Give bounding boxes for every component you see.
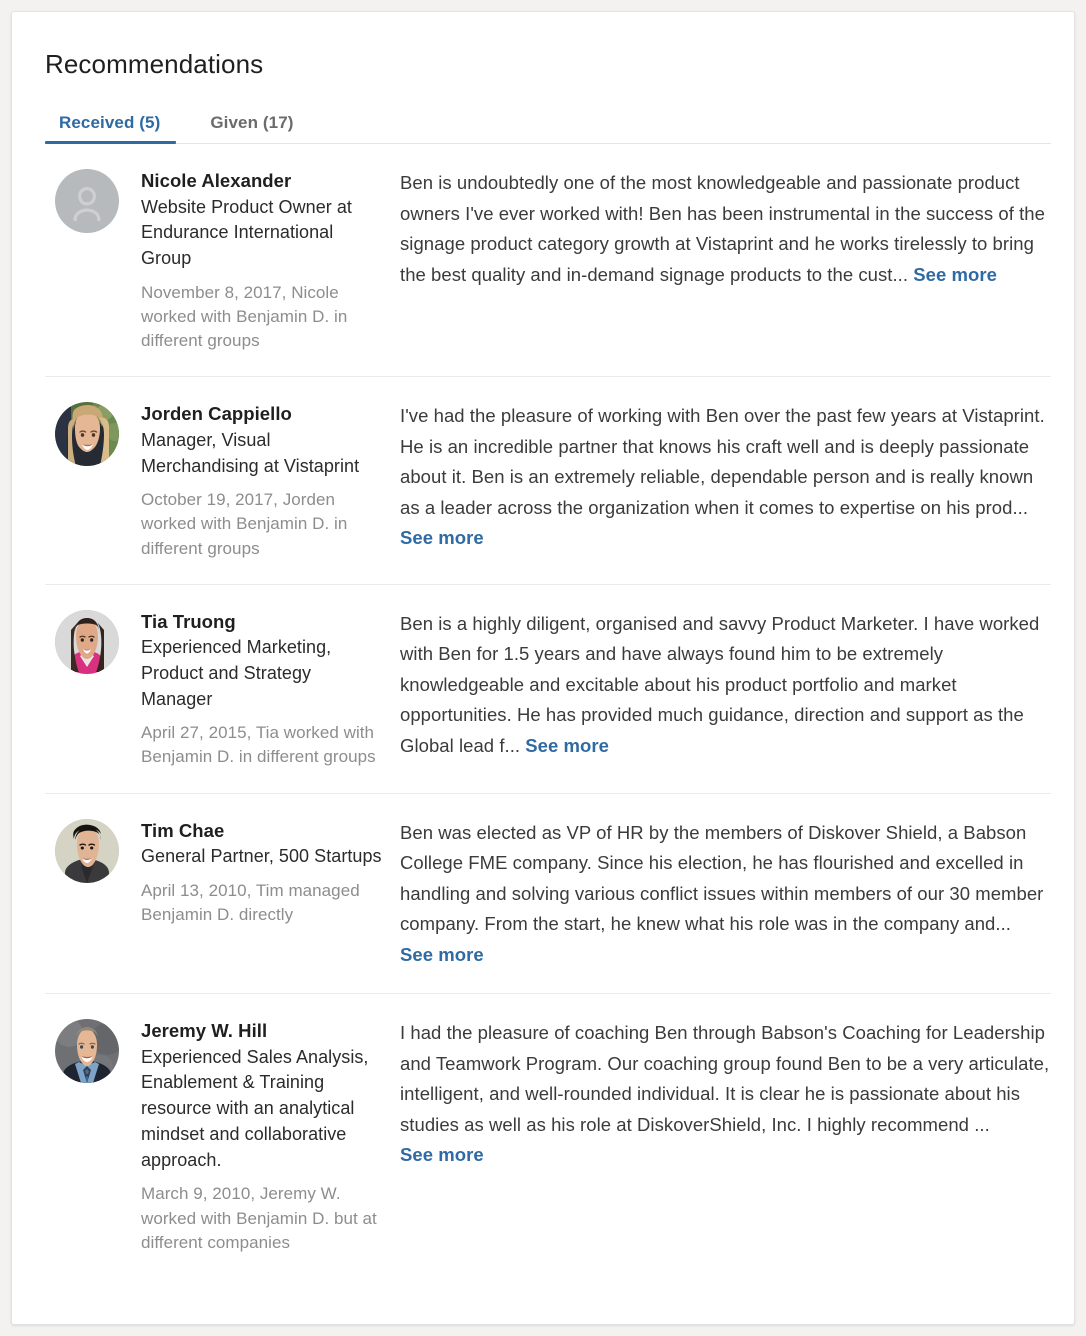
recommender-name[interactable]: Jorden Cappiello [141, 401, 385, 427]
recommendation-body: Ben is a highly diligent, organised and … [400, 612, 1040, 756]
see-more-link[interactable]: See more [913, 264, 997, 285]
recommender-details: Jeremy W. Hill Experienced Sales Analysi… [119, 1017, 385, 1255]
recommendation-body: Ben was elected as VP of HR by the membe… [400, 821, 1044, 935]
recommendation-body: I had the pleasure of coaching Ben throu… [400, 1022, 1050, 1135]
recommender-details: Jorden Cappiello Manager, Visual Merchan… [119, 400, 385, 560]
avatar-photo [55, 609, 119, 674]
avatar[interactable] [55, 609, 119, 674]
avatar-photo [55, 818, 119, 883]
recommendation-meta: October 19, 2017, Jorden worked with Ben… [141, 490, 348, 558]
recommendation-body: I've had the pleasure of working with Be… [400, 405, 1045, 518]
see-more-link[interactable]: See more [400, 527, 484, 548]
list-item: Nicole Alexander Website Product Owner a… [45, 144, 1051, 378]
avatar[interactable] [55, 169, 119, 234]
recommender-details: Nicole Alexander Website Product Owner a… [119, 167, 385, 353]
recommendation-text: Ben is a highly diligent, organised and … [385, 608, 1051, 762]
avatar[interactable] [55, 402, 119, 467]
avatar-photo [55, 402, 119, 467]
recommender-summary: Tim Chae General Partner, 500 Startups A… [55, 817, 385, 928]
recommendation-text: Ben is undoubtedly one of the most knowl… [385, 167, 1051, 290]
recommendations-card: Recommendations Received (5) Given (17) … [11, 11, 1075, 1325]
see-more-link[interactable]: See more [400, 1144, 484, 1165]
recommender-name[interactable]: Nicole Alexander [141, 168, 385, 194]
page-title: Recommendations [45, 49, 264, 79]
recommender-summary: Jeremy W. Hill Experienced Sales Analysi… [55, 1017, 385, 1255]
recommendation-meta: November 8, 2017, Nicole worked with Ben… [141, 282, 348, 351]
recommendation-text: I've had the pleasure of working with Be… [385, 400, 1051, 554]
recommender-headline: Experienced Marketing, Product and Strat… [141, 637, 332, 709]
list-item: Tia Truong Experienced Marketing, Produc… [45, 585, 1051, 794]
recommender-name[interactable]: Jeremy W. Hill [141, 1018, 385, 1044]
recommender-name[interactable]: Tim Chae [141, 818, 385, 844]
tab-given[interactable]: Given (17) [194, 113, 309, 144]
avatar[interactable] [55, 1019, 119, 1084]
recommender-details: Tia Truong Experienced Marketing, Produc… [119, 608, 385, 770]
avatar-photo [55, 1019, 119, 1084]
recommender-headline: Manager, Visual Merchandising at Vistapr… [141, 429, 360, 476]
recommendation-meta: April 27, 2015, Tia worked with Benjamin… [141, 723, 376, 767]
avatar[interactable] [55, 818, 119, 883]
recommendations-tabs: Received (5) Given (17) [12, 102, 1074, 145]
recommendations-list: Nicole Alexander Website Product Owner a… [12, 144, 1074, 1278]
recommendation-meta: April 13, 2010, Tim managed Benjamin D. … [141, 880, 360, 924]
see-more-link[interactable]: See more [400, 944, 484, 965]
recommender-summary: Jorden Cappiello Manager, Visual Merchan… [55, 400, 385, 560]
recommender-details: Tim Chae General Partner, 500 Startups A… [119, 817, 385, 928]
list-item: Jorden Cappiello Manager, Visual Merchan… [45, 377, 1051, 585]
recommender-summary: Nicole Alexander Website Product Owner a… [55, 167, 385, 353]
person-icon [73, 187, 101, 222]
recommender-headline: Experienced Sales Analysis, Enablement &… [141, 1046, 369, 1170]
recommender-headline: General Partner, 500 Startups [141, 846, 382, 867]
recommendation-text: Ben was elected as VP of HR by the membe… [385, 817, 1051, 971]
list-item: Jeremy W. Hill Experienced Sales Analysi… [45, 994, 1051, 1278]
recommendation-text: I had the pleasure of coaching Ben throu… [385, 1017, 1051, 1171]
recommender-headline: Website Product Owner at Endurance Inter… [141, 196, 352, 269]
tab-received[interactable]: Received (5) [45, 113, 177, 145]
list-item: Tim Chae General Partner, 500 Startups A… [45, 794, 1051, 995]
recommender-summary: Tia Truong Experienced Marketing, Produc… [55, 608, 385, 770]
recommendation-meta: March 9, 2010, Jeremy W. worked with Ben… [141, 1184, 377, 1252]
see-more-link[interactable]: See more [525, 735, 609, 756]
recommender-name[interactable]: Tia Truong [141, 609, 385, 635]
